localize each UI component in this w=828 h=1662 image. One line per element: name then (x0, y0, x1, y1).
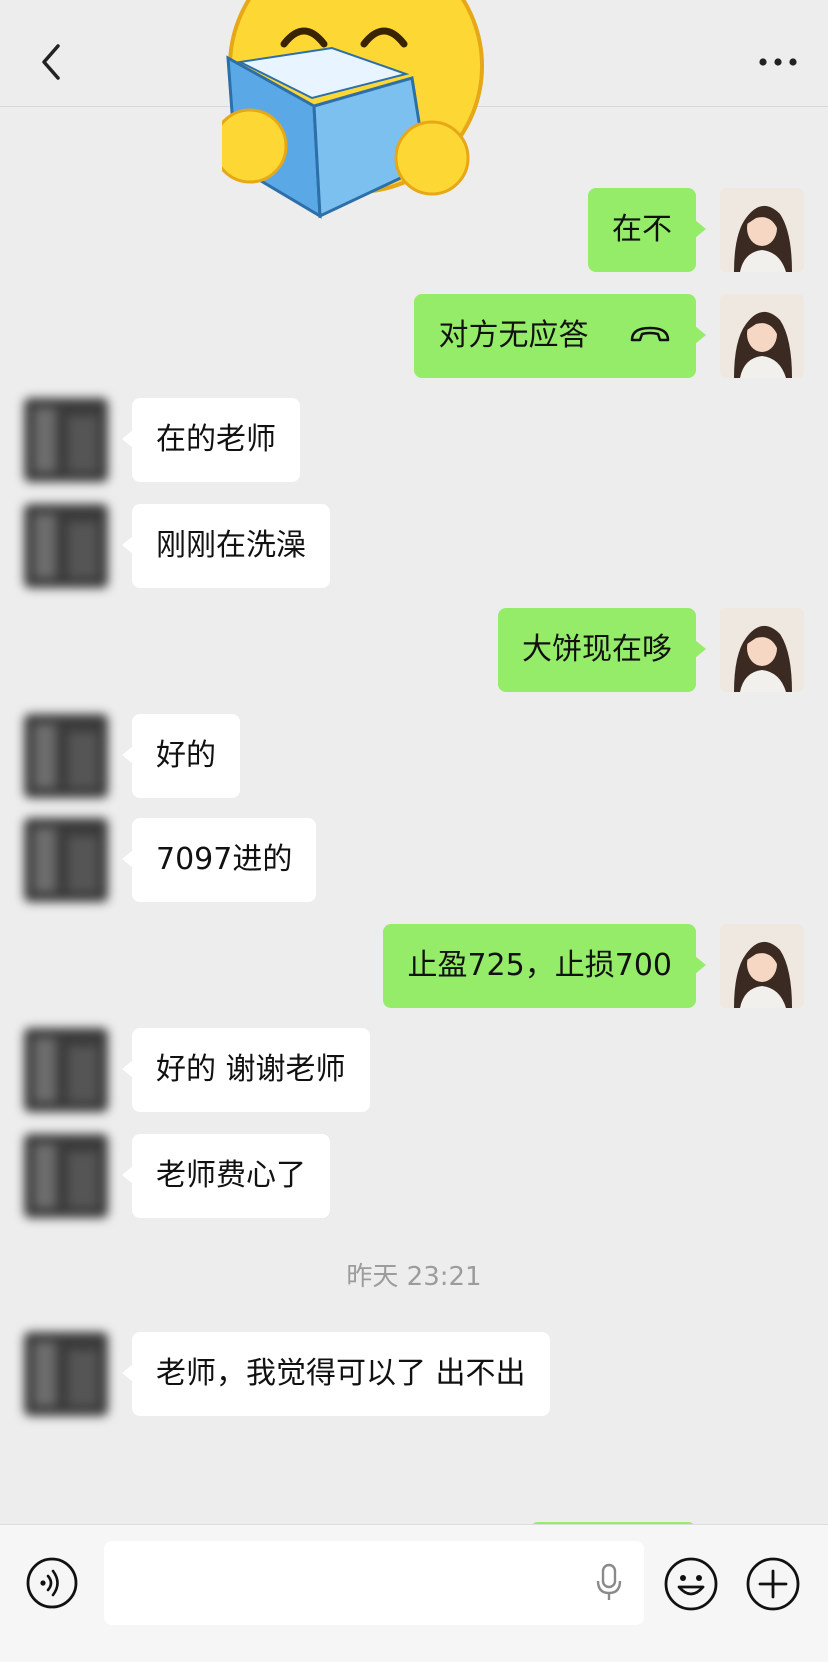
voice-mode-icon[interactable] (26, 1557, 78, 1609)
message-bubble[interactable]: 在的老师 (122, 398, 300, 482)
avatar-blurred[interactable] (24, 714, 108, 798)
blurred-photo-icon (24, 818, 108, 902)
message-bubble[interactable]: 对方无应答 (414, 294, 706, 378)
avatar-blurred[interactable] (24, 1332, 108, 1416)
avatar[interactable] (720, 188, 804, 272)
message-bubble[interactable]: 在不 (588, 188, 706, 272)
more-dots-icon[interactable] (758, 56, 798, 68)
plus-icon[interactable] (746, 1557, 800, 1611)
avatar-blurred[interactable] (24, 1028, 108, 1112)
emoji-icon[interactable] (664, 1557, 718, 1611)
avatar-woman-illustration (720, 294, 804, 378)
avatar-blurred[interactable] (24, 398, 108, 482)
message-bubble[interactable]: 好的 (122, 714, 240, 798)
blurred-photo-icon (24, 1028, 108, 1112)
hang-up-phone-icon (630, 326, 670, 341)
blurred-photo-icon (24, 714, 108, 798)
message-input[interactable] (104, 1541, 644, 1625)
message-bubble[interactable]: 老师费心了 (122, 1134, 330, 1218)
avatar[interactable] (720, 924, 804, 1008)
blurred-photo-icon (24, 1134, 108, 1218)
avatar-woman-illustration (720, 924, 804, 1008)
chat-area[interactable]: 在不 对方无应答 在的老师 刚刚在洗澡 大饼现在哆 好的 7097进的 止盈72… (0, 106, 828, 1524)
message-bubble[interactable]: 7097进的 (121, 818, 317, 902)
message-bubble[interactable]: 好的 谢谢老师 (122, 1028, 370, 1112)
blurred-photo-icon (24, 1332, 108, 1416)
blurred-photo-icon (24, 398, 108, 482)
avatar-blurred[interactable] (24, 818, 108, 902)
chevron-left-icon[interactable] (36, 40, 70, 84)
message-bubble[interactable]: 止盈725，止损700 (383, 924, 706, 1008)
message-bubble[interactable]: 大饼现在哆 (498, 608, 706, 692)
message-bubble[interactable]: 老师，我觉得可以了 出不出 (122, 1332, 550, 1416)
composer-bar (0, 1524, 828, 1662)
avatar-woman-illustration (720, 608, 804, 692)
avatar-woman-illustration (720, 188, 804, 272)
avatar-blurred[interactable] (24, 1134, 108, 1218)
message-bubble[interactable]: 刚刚在洗澡 (122, 504, 330, 588)
blurred-photo-icon (24, 504, 108, 588)
avatar[interactable] (720, 608, 804, 692)
microphone-icon[interactable] (594, 1563, 624, 1603)
timestamp: 昨天 23:21 (346, 1262, 482, 1292)
avatar-blurred[interactable] (24, 504, 108, 588)
avatar[interactable] (720, 294, 804, 378)
message-text: 对方无应答 (438, 318, 589, 353)
